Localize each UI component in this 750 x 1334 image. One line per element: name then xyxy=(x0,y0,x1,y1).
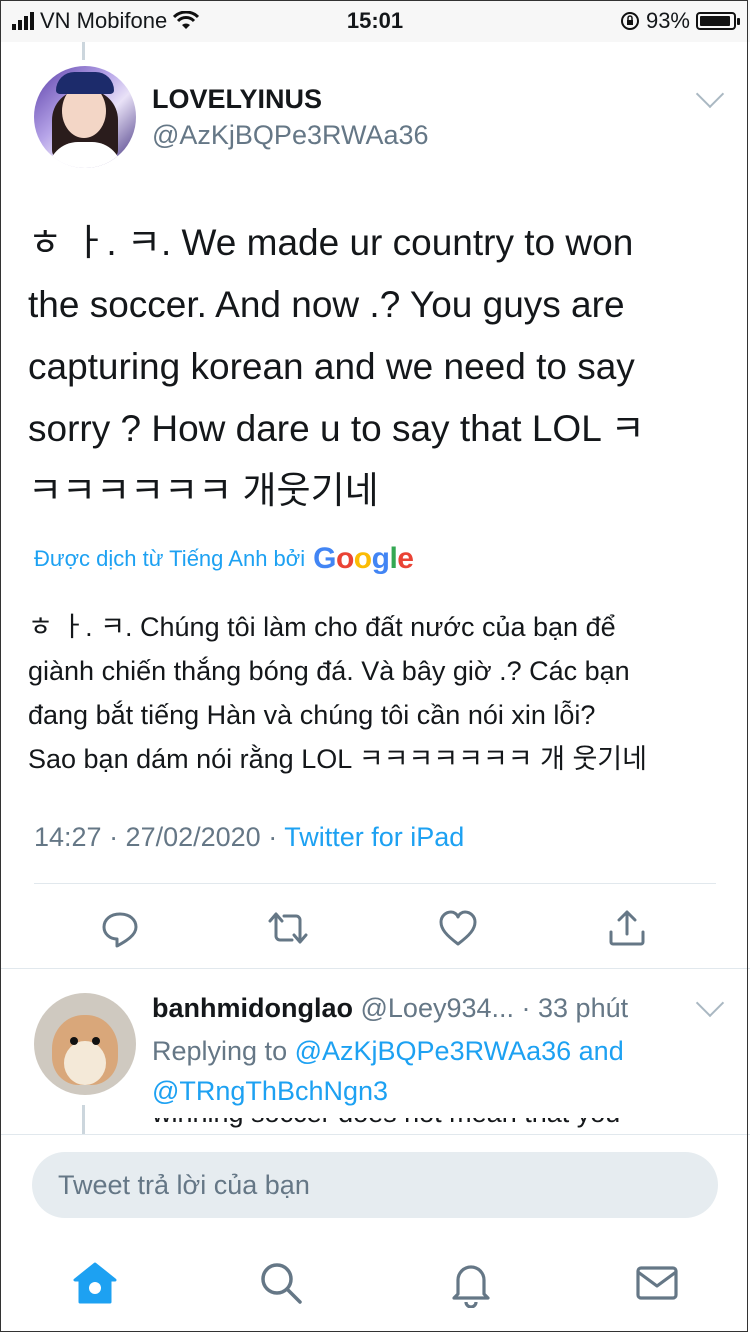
composer-placeholder: Tweet trả lời của bạn xyxy=(58,1170,310,1200)
author-name[interactable]: LOVELYINUS xyxy=(152,84,322,115)
like-icon[interactable] xyxy=(436,906,480,950)
reply-author-handle[interactable]: @Loey934... xyxy=(361,993,515,1023)
search-icon[interactable] xyxy=(256,1258,306,1308)
reply-header: banhmidonglao @Loey934... · 33 phút xyxy=(152,993,628,1024)
thread-line xyxy=(82,42,85,60)
mention-link[interactable]: @AzKjBQPe3RWAa36 xyxy=(295,1036,572,1066)
mail-icon[interactable] xyxy=(632,1258,682,1308)
reply-time: · 33 phút xyxy=(521,993,629,1023)
mention-link[interactable]: @TRngThBchNgn3 xyxy=(152,1076,388,1106)
tab-bar xyxy=(0,1236,750,1334)
google-logo: Google xyxy=(313,542,414,575)
chevron-down-icon[interactable] xyxy=(695,988,725,1018)
tweet-source-link[interactable]: Twitter for iPad xyxy=(284,822,464,852)
replying-to: Replying to @AzKjBQPe3RWAa36 and @TRngTh… xyxy=(152,1031,712,1111)
author-handle[interactable]: @AzKjBQPe3RWAa36 xyxy=(152,120,429,151)
translated-label: Được dịch từ Tiếng Anh bởi xyxy=(34,546,306,571)
tweet-actions xyxy=(0,900,750,960)
rotation-lock-icon xyxy=(620,12,639,30)
divider xyxy=(0,968,750,969)
replying-prefix: Replying to xyxy=(152,1036,288,1066)
reply-author-name[interactable]: banhmidonglao xyxy=(152,993,353,1023)
reply-avatar[interactable] xyxy=(34,993,136,1095)
reply-text: winning soccer does not mean that you xyxy=(152,1118,712,1129)
translated-text: ㅎ ㅏ. ㅋ. Chúng tôi làm cho đất nước của b… xyxy=(28,612,647,774)
tweet-text: ㅎ ㅏ. ㅋ. We made ur country to won the so… xyxy=(28,222,645,511)
tweet-meta: 14:27 · 27/02/2020 · Twitter for iPad xyxy=(34,822,464,853)
mention-conjunction: and xyxy=(578,1036,624,1066)
chevron-down-icon[interactable] xyxy=(695,79,725,109)
translation-attribution: Được dịch từ Tiếng Anh bởi Google xyxy=(34,542,414,576)
bell-icon[interactable] xyxy=(446,1258,496,1309)
status-bar: VN Mobifone 15:01 93% xyxy=(0,0,750,42)
author-avatar[interactable] xyxy=(34,66,136,168)
share-icon[interactable] xyxy=(605,906,649,950)
battery-icon xyxy=(696,12,740,30)
reply-composer-input[interactable]: Tweet trả lời của bạn xyxy=(32,1152,718,1218)
thread-line xyxy=(82,1105,85,1135)
retweet-icon[interactable] xyxy=(266,906,310,950)
tweet-timestamp: 14:27 · 27/02/2020 · xyxy=(34,822,278,852)
battery-group: 93% xyxy=(620,8,740,34)
battery-percent: 93% xyxy=(645,8,690,33)
divider xyxy=(34,883,716,884)
reply-icon[interactable] xyxy=(98,906,142,950)
home-icon[interactable] xyxy=(70,1258,120,1308)
reply-text-clipped: winning soccer does not mean that you xyxy=(152,1118,712,1134)
